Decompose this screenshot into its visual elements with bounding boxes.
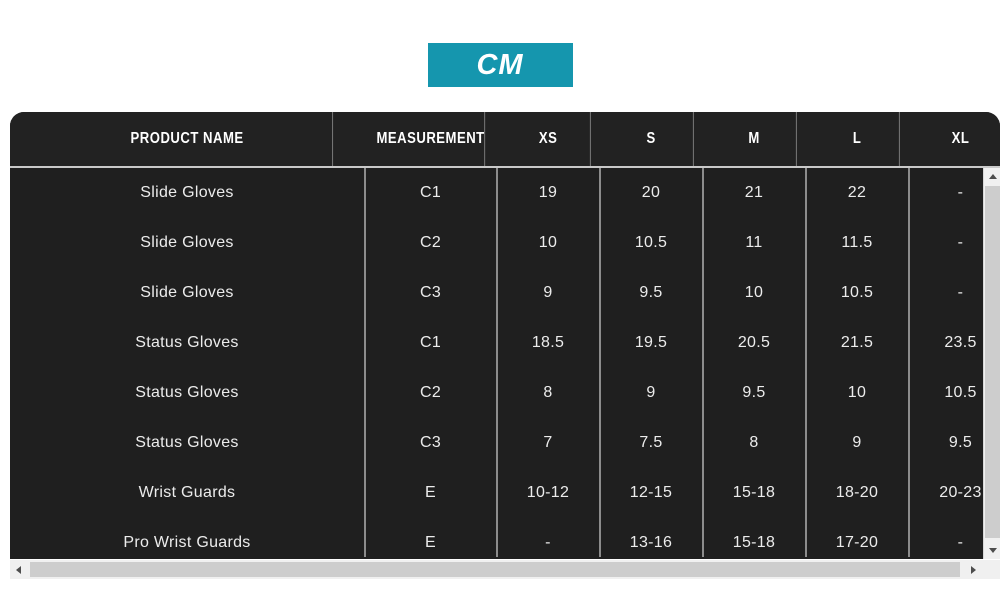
cell-l: 22 [806,168,909,218]
cell-s: 10.5 [600,218,703,268]
vertical-scrollbar[interactable] [983,168,1000,559]
cell-l: 9 [806,418,909,468]
table-body[interactable]: Slide Gloves C1 19 20 21 22- Slide Gloves C2 10 1… [10,168,1000,557]
table-row: Status Gloves C3 7 7.5 8 9 9.5 [10,418,1000,468]
table-header-row: PRODUCT NAME MEASUREMENT XS S M L XL [10,112,1000,168]
scroll-up-arrow-icon[interactable] [984,168,1000,185]
cell-l: 17-20 [806,518,909,557]
scroll-left-arrow-icon[interactable] [10,560,27,579]
table-row: Slide Gloves C3 9 9.5 10 10.5- [10,268,1000,318]
cell-m: 20.5 [703,318,806,368]
cell-m: 21 [703,168,806,218]
horizontal-scrollbar[interactable] [10,560,1000,579]
cell-xs: 18.5 [497,318,600,368]
cell-m: 9.5 [703,368,806,418]
unit-badge: CM [427,43,573,87]
cell-measurement: C3 [365,418,497,468]
cell-product: Status Gloves [10,318,365,368]
column-header-xl[interactable]: XL [918,112,1000,166]
table-row: Status Gloves C1 18.5 19.5 20.5 21.5 23.5 [10,318,1000,368]
cell-s: 19.5 [600,318,703,368]
cell-xs: 10-12 [497,468,600,518]
column-header-product[interactable]: PRODUCT NAME [42,112,334,166]
table-row: Slide Gloves C2 10 10.5 11 11.5- [10,218,1000,268]
cell-l: 11.5 [806,218,909,268]
vertical-scrollbar-thumb[interactable] [985,186,1000,538]
cell-m: 11 [703,218,806,268]
cell-product: Status Gloves [10,418,365,468]
cell-m: 8 [703,418,806,468]
cell-xs: 7 [497,418,600,468]
cell-s: 20 [600,168,703,218]
unit-badge-container: CM [0,43,1000,87]
cell-product: Pro Wrist Guards [10,518,365,557]
cell-measurement: C3 [365,268,497,318]
cell-measurement: C2 [365,368,497,418]
cell-product: Slide Gloves [10,168,365,218]
column-header-measurement[interactable]: MEASUREMENT [376,112,486,166]
cell-measurement: E [365,518,497,557]
cell-s: 9.5 [600,268,703,318]
scroll-right-arrow-icon[interactable] [965,560,982,579]
column-header-s[interactable]: S [609,112,694,166]
cell-xs: 10 [497,218,600,268]
cell-m: 10 [703,268,806,318]
cell-measurement: C1 [365,318,497,368]
cell-measurement: C2 [365,218,497,268]
table-row: Wrist Guards E 10-12 12-15 15-18 18-20 20-23 [10,468,1000,518]
cell-l: 10.5 [806,268,909,318]
column-header-xs[interactable]: XS [506,112,591,166]
table-row: Status Gloves C2 8 9 9.5 10 10.5 [10,368,1000,418]
size-chart-page: CM PRODUCT NAME MEASUREMENT XS S M L XL Slide … [0,0,1000,599]
size-chart-table: PRODUCT NAME MEASUREMENT XS S M L XL Slide Glo… [10,112,1000,559]
cell-s: 13-16 [600,518,703,557]
table-row: Pro Wrist Guards E -13-16 15-18 17-20- [10,518,1000,557]
table-row: Slide Gloves C1 19 20 21 22- [10,168,1000,218]
cell-s: 9 [600,368,703,418]
cell-xs: 19 [497,168,600,218]
cell-s: 7.5 [600,418,703,468]
cell-l: 10 [806,368,909,418]
cell-product: Status Gloves [10,368,365,418]
cell-l: 18-20 [806,468,909,518]
cell-product: Wrist Guards [10,468,365,518]
scrollbar-corner [982,560,1000,579]
cell-s: 12-15 [600,468,703,518]
cell-xs: - [497,518,600,557]
cell-xs: 9 [497,268,600,318]
cell-m: 15-18 [703,468,806,518]
column-header-m[interactable]: M [712,112,797,166]
cell-product: Slide Gloves [10,218,365,268]
cell-xs: 8 [497,368,600,418]
horizontal-scrollbar-thumb[interactable] [30,562,960,577]
scroll-down-arrow-icon[interactable] [984,542,1000,559]
column-header-l[interactable]: L [815,112,900,166]
cell-product: Slide Gloves [10,268,365,318]
cell-measurement: C1 [365,168,497,218]
cell-measurement: E [365,468,497,518]
cell-m: 15-18 [703,518,806,557]
cell-l: 21.5 [806,318,909,368]
